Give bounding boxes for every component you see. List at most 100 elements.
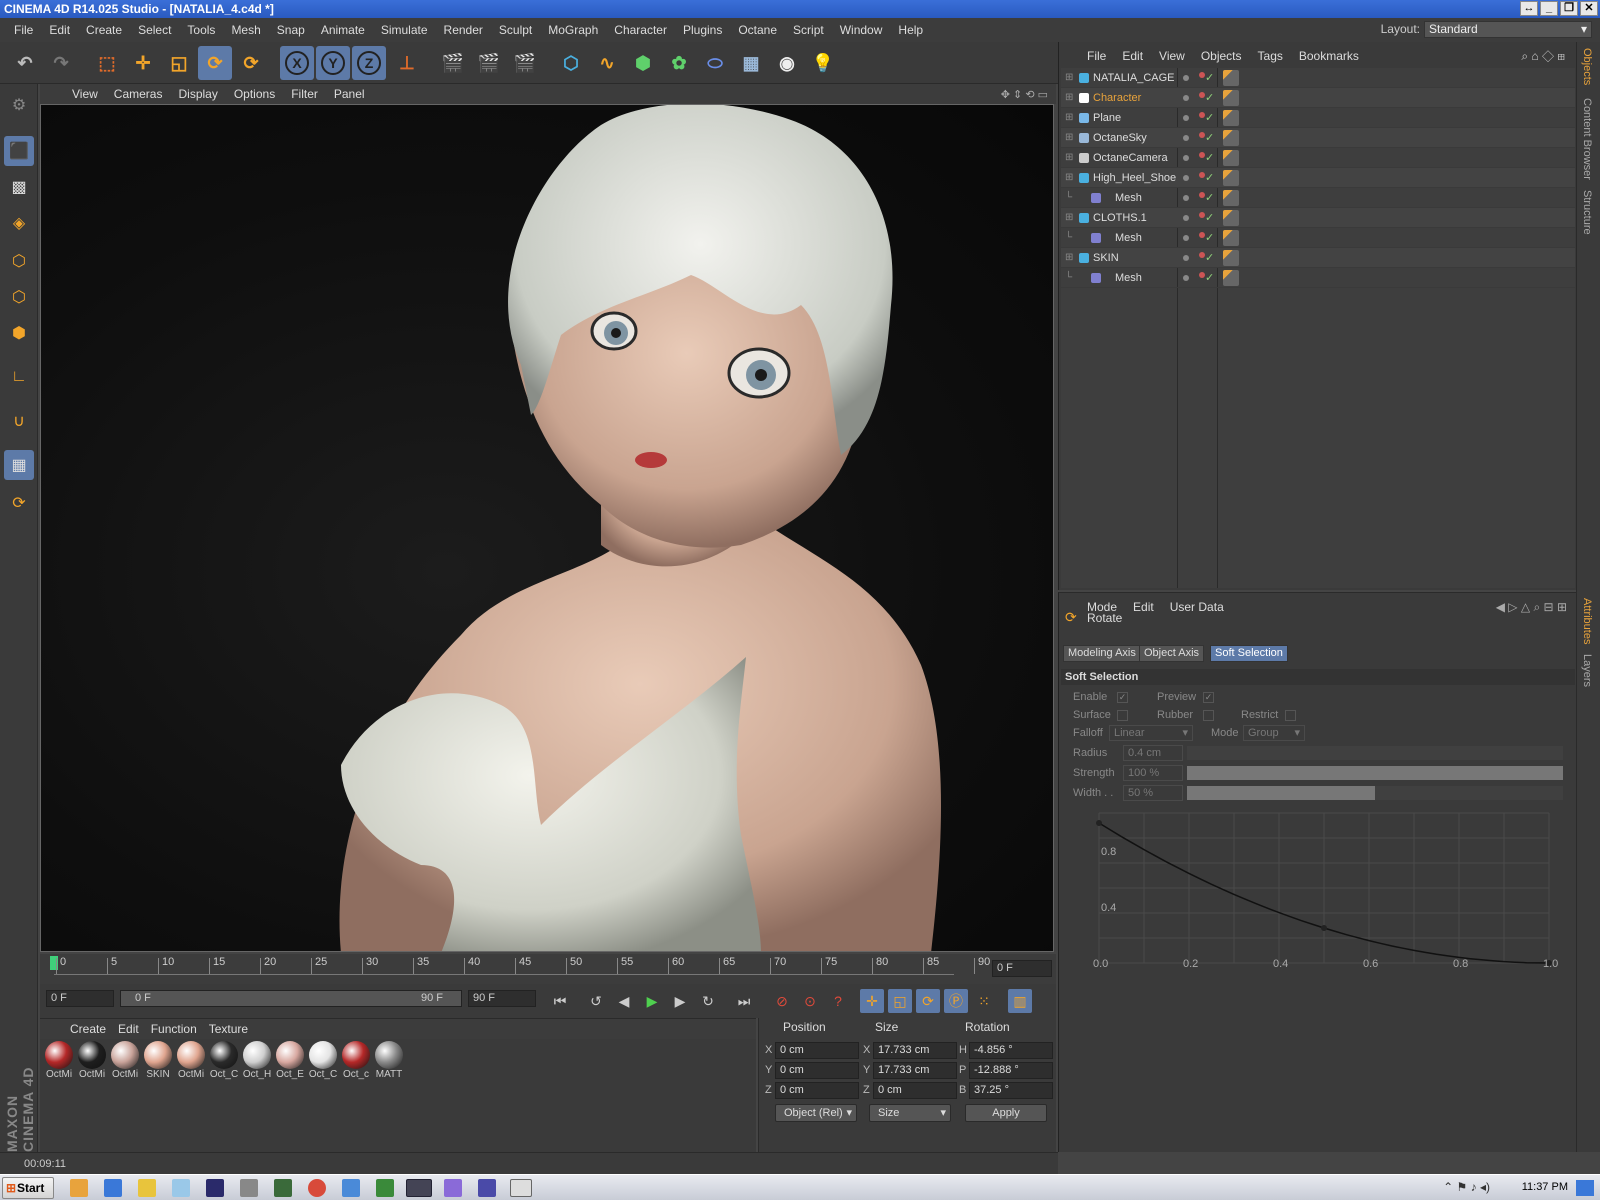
enabled-check-icon[interactable]: ✓ [1205,91,1214,104]
go-to-start-button[interactable]: ⏮ [548,989,572,1013]
model-mode-button[interactable]: ⬛ [4,136,34,166]
workplane-button[interactable]: ◈ [4,208,34,238]
editor-visibility-dot[interactable] [1183,195,1189,201]
scheme-settings-button[interactable]: ▥ [1008,989,1032,1013]
window-icon[interactable] [478,1179,496,1197]
material-swatch[interactable]: Oct_E [275,1041,305,1080]
editor-visibility-dot[interactable] [1183,275,1189,281]
tool-icon[interactable] [240,1179,258,1197]
menu-character[interactable]: Character [606,23,675,37]
editor-visibility-dot[interactable] [1183,255,1189,261]
redo-button[interactable]: ↷ [44,46,78,80]
key-position-button[interactable]: ✛ [860,989,884,1013]
x-axis-button[interactable]: X [280,46,314,80]
after-effects-icon[interactable] [206,1179,224,1197]
attribute-nav-icons[interactable]: ◀ ▷ △ ⌕ ⊟ ⊞ [1496,600,1567,615]
frame-range-slider[interactable]: 0 F 90 F [120,990,462,1007]
enabled-check-icon[interactable]: ✓ [1205,271,1214,284]
material-swatch[interactable]: Oct_c [341,1041,371,1080]
enable-checkbox[interactable]: ✓ [1117,692,1128,703]
restrict-checkbox[interactable] [1285,710,1296,721]
rot-p-field[interactable]: -12.888 ° [969,1062,1053,1079]
menu-select[interactable]: Select [130,23,179,37]
rotate-button[interactable]: ⟳ [198,46,232,80]
recent-tool-button[interactable]: ⟳ [234,46,268,80]
light-button[interactable]: 💡 [806,46,840,80]
enabled-check-icon[interactable]: ✓ [1205,111,1214,124]
menu-mograph[interactable]: MoGraph [540,23,606,37]
minimize-button[interactable]: _ [1540,1,1558,16]
object-row[interactable]: └ Mesh ✓ [1061,228,1575,248]
viewport-navigation-icons[interactable]: ✥ ⇕ ⟲ ▭ [1001,88,1048,101]
enabled-check-icon[interactable]: ✓ [1205,171,1214,184]
material-menu-texture[interactable]: Texture [203,1022,254,1036]
object-name[interactable]: Character [1093,92,1141,104]
object-row[interactable]: ⊞ OctaneSky ✓ [1061,128,1575,148]
tree-expand-icon[interactable]: ⊞ [1065,132,1073,143]
axis-mode-button[interactable]: ∟ [4,362,34,392]
object-tag-icon[interactable] [1223,150,1239,166]
pos-y-field[interactable]: 0 cm [775,1062,859,1079]
falloff-select[interactable]: Linear ▾ [1109,725,1193,741]
enabled-check-icon[interactable]: ✓ [1205,231,1214,244]
tree-expand-icon[interactable]: ⊞ [1065,212,1073,223]
tree-expand-icon[interactable]: ⊞ [1065,172,1073,183]
material-menu-function[interactable]: Function [145,1022,203,1036]
preview-checkbox[interactable]: ✓ [1203,692,1214,703]
previous-frame-button[interactable]: ◀ [612,989,636,1013]
material-swatch[interactable]: OctMi [77,1041,107,1080]
menu-snap[interactable]: Snap [269,23,313,37]
close-button[interactable]: ✕ [1580,1,1598,16]
object-menu-file[interactable]: File [1079,49,1114,63]
previous-key-button[interactable]: ↺ [584,989,608,1013]
object-name[interactable]: Plane [1093,112,1121,124]
object-name[interactable]: Mesh [1115,192,1142,204]
app-icon[interactable] [376,1179,394,1197]
menu-file[interactable]: File [6,23,41,37]
object-tag-icon[interactable] [1223,210,1239,226]
strength-field[interactable]: 100 % [1123,765,1183,781]
tab-soft-selection[interactable]: Soft Selection [1210,645,1288,662]
enabled-check-icon[interactable]: ✓ [1205,191,1214,204]
side-tab-content-browser[interactable]: Content Browser [1581,98,1593,180]
material-swatch[interactable]: Oct_H [242,1041,272,1080]
timeline-ruler[interactable]: 0 5 10 15 20 25 30 35 40 45 50 55 60 65 70 75 80 85 90 0 F [40,954,1056,984]
apply-button[interactable]: Apply [965,1104,1047,1122]
key-scale-button[interactable]: ◱ [888,989,912,1013]
object-name[interactable]: SKIN [1093,252,1119,264]
object-tag-icon[interactable] [1223,90,1239,106]
polygons-mode-button[interactable]: ⬢ [4,318,34,348]
restore-size-button[interactable]: ↔ [1520,1,1538,16]
mode-select[interactable]: Group ▾ [1243,725,1305,741]
object-tag-icon[interactable] [1223,170,1239,186]
object-tag-icon[interactable] [1223,190,1239,206]
editor-visibility-dot[interactable] [1183,75,1189,81]
object-name[interactable]: NATALIA_CAGE [1093,72,1175,84]
menu-render[interactable]: Render [436,23,491,37]
key-rotation-button[interactable]: ⟳ [916,989,940,1013]
undo-button[interactable]: ↶ [8,46,42,80]
texture-mode-button[interactable]: ▩ [4,172,34,202]
menu-animate[interactable]: Animate [313,23,373,37]
viewport-menu-panel[interactable]: Panel [326,87,373,101]
viewport-menu-filter[interactable]: Filter [283,87,326,101]
3d-viewport[interactable] [40,104,1054,952]
strength-slider-track[interactable] [1187,766,1563,780]
editor-visibility-dot[interactable] [1183,135,1189,141]
object-name[interactable]: Mesh [1115,272,1142,284]
tree-expand-icon[interactable]: ⊞ [1065,152,1073,163]
object-name[interactable]: OctaneCamera [1093,152,1168,164]
material-swatch[interactable]: MATT [374,1041,404,1080]
width-field[interactable]: 50 % [1123,785,1183,801]
object-row[interactable]: ⊞ CLOTHS.1 ✓ [1061,208,1575,228]
tree-expand-icon[interactable]: ⊞ [1065,72,1073,83]
size-mode-select[interactable]: Size ▾ [869,1104,951,1122]
falloff-curve-graph[interactable]: 0.8 0.4 0.0 0.2 0.4 0.6 0.8 1.0 [1079,803,1569,973]
next-key-button[interactable]: ↻ [696,989,720,1013]
tab-modeling-axis[interactable]: Modeling Axis [1063,645,1141,662]
camera-button[interactable]: ◉ [770,46,804,80]
editor-visibility-dot[interactable] [1183,175,1189,181]
material-swatch[interactable]: OctMi [110,1041,140,1080]
object-tag-icon[interactable] [1223,130,1239,146]
curve-control-point[interactable] [1321,925,1327,931]
